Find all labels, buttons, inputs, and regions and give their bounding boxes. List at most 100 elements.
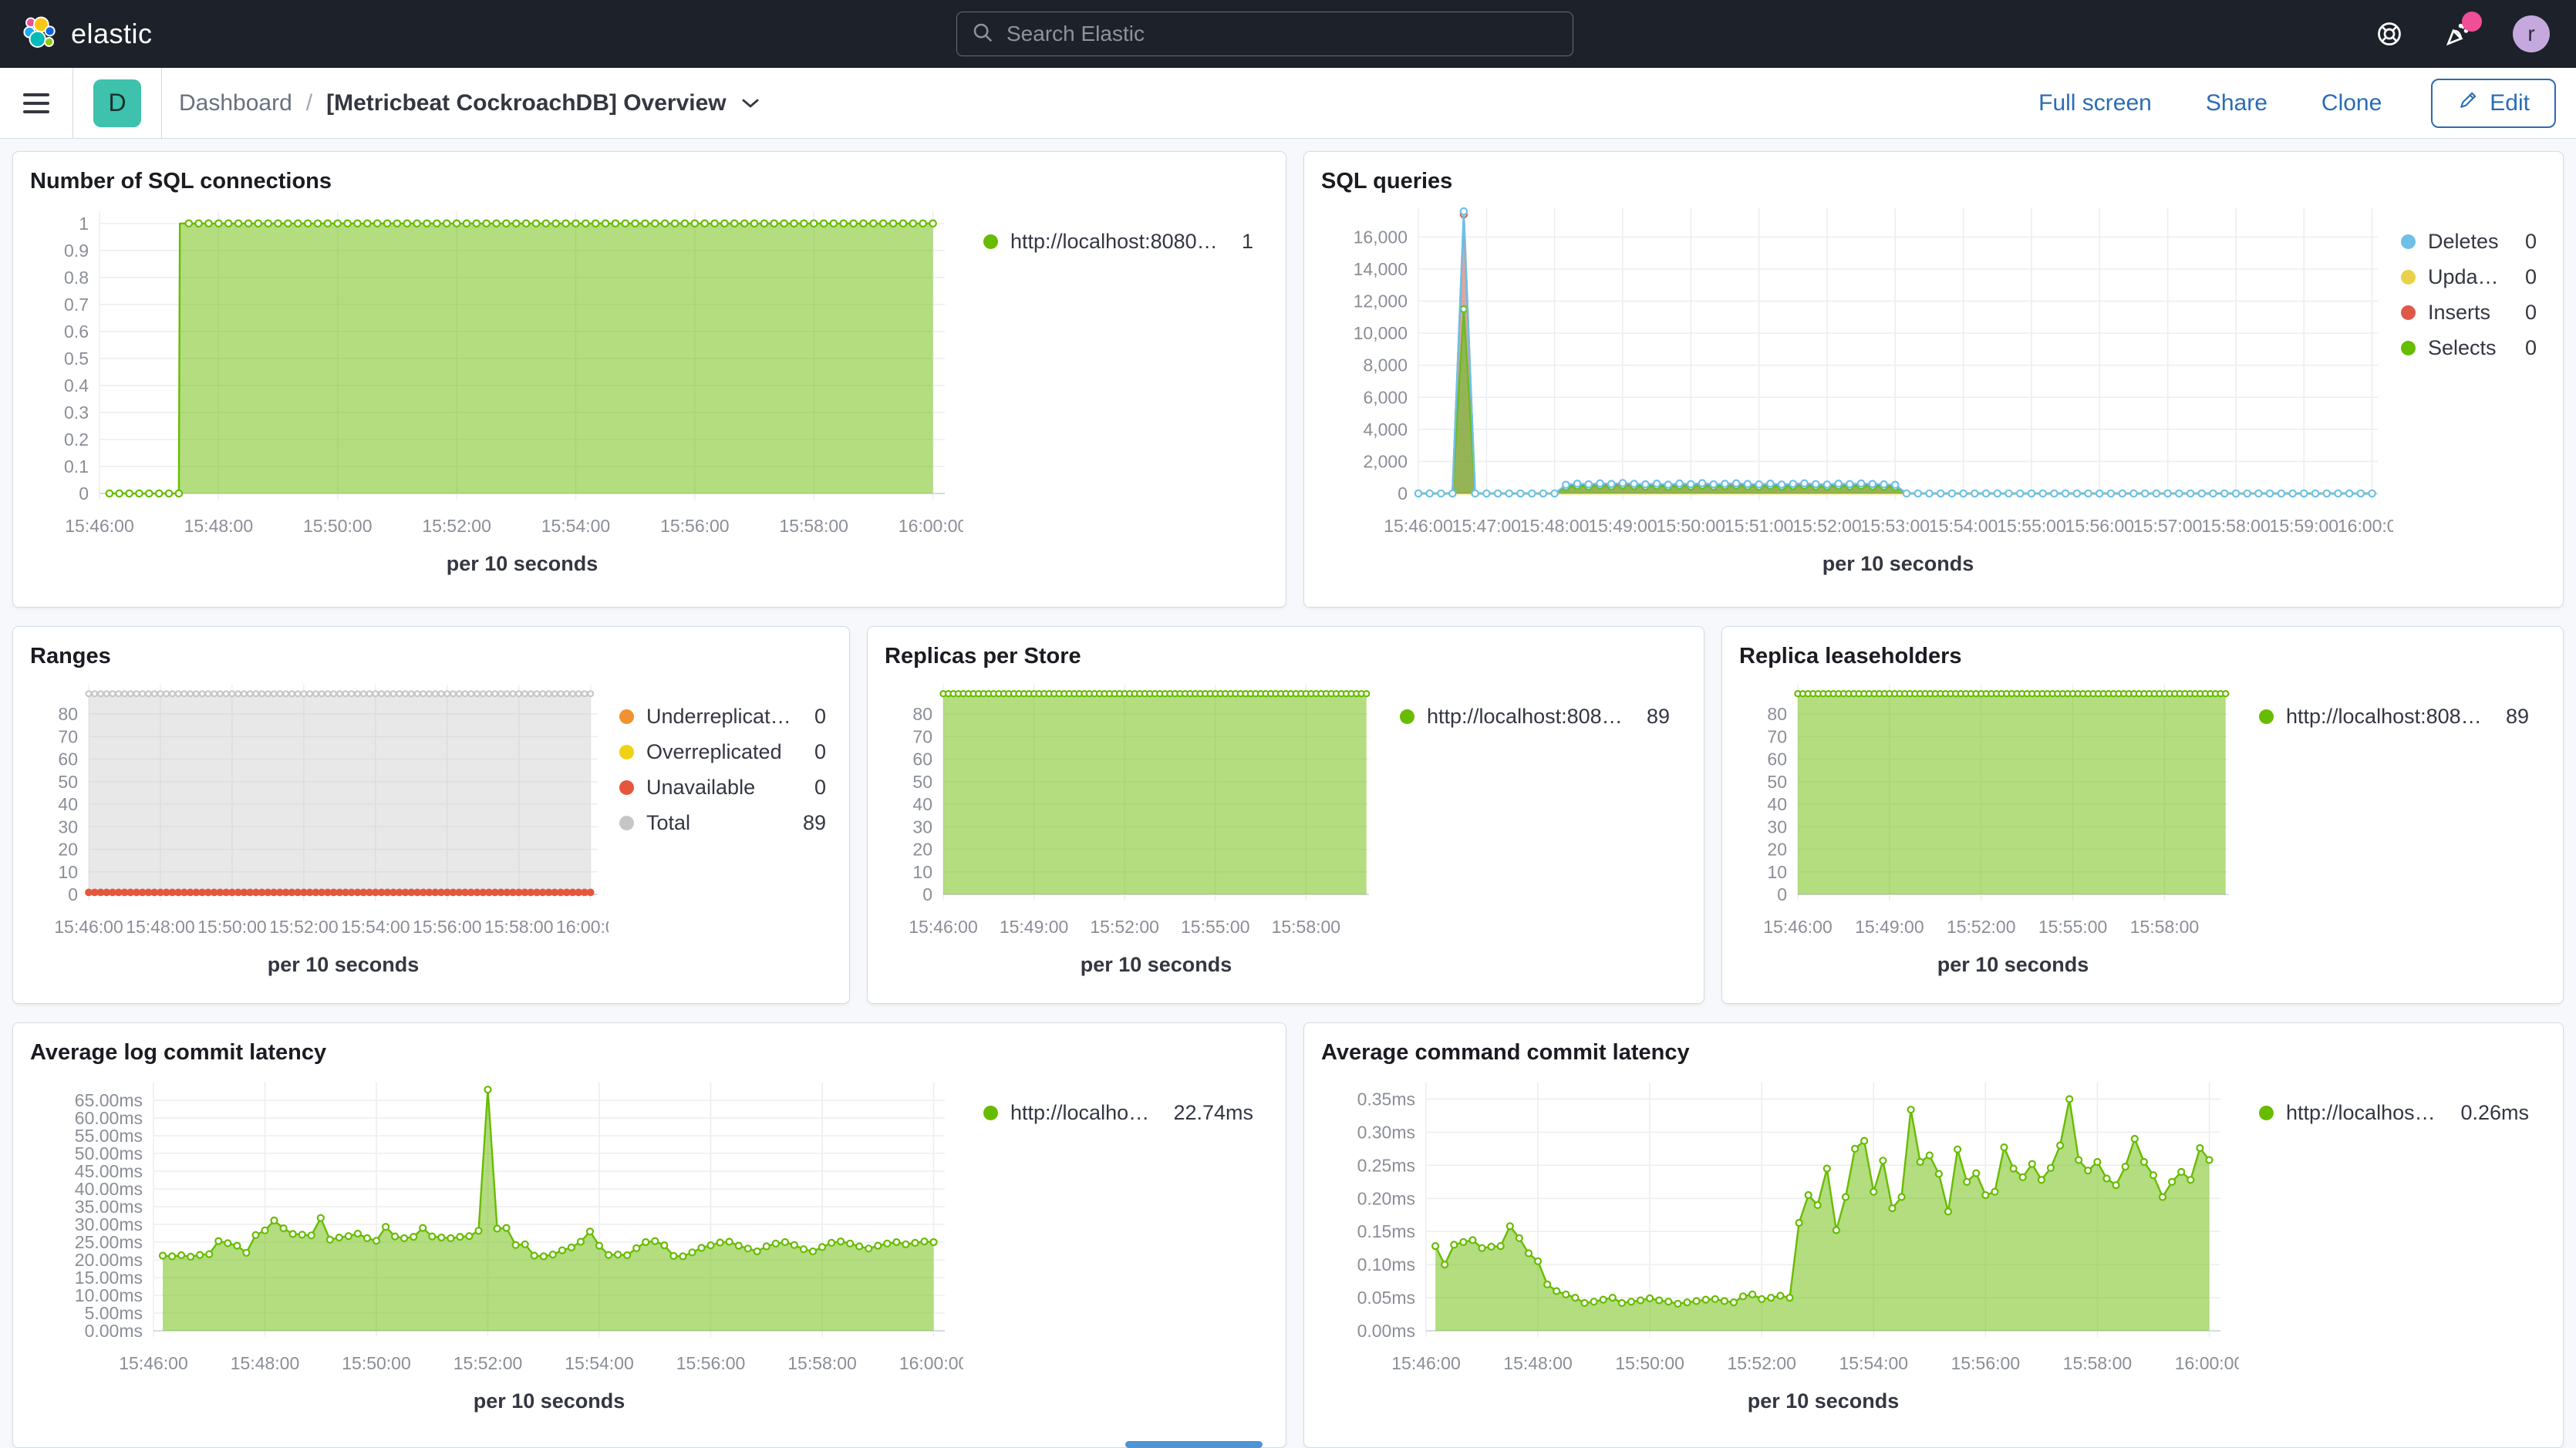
chart-replica-leaseholders[interactable]: 15:46:0015:49:0015:52:0015:55:0015:58:00… [1731, 674, 2239, 992]
svg-text:16:00:00: 16:00:00 [899, 516, 963, 536]
svg-text:per 10 seconds: per 10 seconds [1937, 953, 2089, 976]
legend-series-value: 0 [805, 705, 826, 729]
svg-text:0.05ms: 0.05ms [1357, 1288, 1415, 1308]
svg-text:per 10 seconds: per 10 seconds [1081, 953, 1232, 976]
svg-text:20: 20 [912, 840, 932, 860]
legend-item[interactable]: http://localhost:8080...0.26ms [2259, 1101, 2529, 1125]
svg-text:15:47:00: 15:47:00 [1452, 516, 1522, 536]
legend-item[interactable]: Overreplicated0 [619, 740, 826, 764]
svg-text:15:48:00: 15:48:00 [1503, 1353, 1573, 1373]
panel-title: Replica leaseholders [1722, 627, 2563, 674]
svg-text:70: 70 [58, 726, 78, 746]
svg-text:30: 30 [912, 817, 932, 837]
chart-sql-queries[interactable]: 15:46:0015:47:0015:48:0015:49:0015:50:00… [1313, 199, 2393, 591]
panel-sql-connections: Number of SQL connections 15:46:0015:48:… [12, 151, 1286, 608]
legend-series-value: 89 [1637, 705, 1670, 729]
chart-command-commit-latency[interactable]: 15:46:0015:48:0015:50:0015:52:0015:54:00… [1313, 1070, 2239, 1429]
chart-replicas-per-store[interactable]: 15:46:0015:49:0015:52:0015:55:0015:58:00… [877, 674, 1380, 992]
svg-text:15:56:00: 15:56:00 [660, 516, 730, 536]
menu-button[interactable] [0, 88, 72, 119]
chart-legend: Deletes0Updates0Inserts0Selects0 [2393, 199, 2555, 591]
toolbar-actions: Full screen Share Clone Edit [2034, 79, 2576, 128]
legend-item[interactable]: http://localhost:8080/_sta...89 [1400, 705, 1670, 729]
legend-series-dot [2259, 1106, 2274, 1120]
legend-series-label: http://localhost:808... [1010, 1101, 1151, 1125]
svg-text:15:58:00: 15:58:00 [2201, 516, 2271, 536]
svg-text:per 10 seconds: per 10 seconds [474, 1389, 625, 1413]
legend-series-value: 0 [805, 776, 826, 800]
svg-text:15:56:00: 15:56:00 [413, 917, 482, 937]
svg-text:15:46:00: 15:46:00 [54, 917, 123, 937]
legend-item[interactable]: Deletes0 [2401, 230, 2537, 254]
legend-item[interactable]: http://localhost:8080/_sta...89 [2259, 705, 2529, 729]
svg-text:15:46:00: 15:46:00 [119, 1353, 188, 1373]
chart-ranges[interactable]: 15:46:0015:48:0015:50:0015:52:0015:54:00… [22, 674, 609, 992]
svg-text:15:52:00: 15:52:00 [1947, 917, 2016, 937]
svg-text:16,000: 16,000 [1354, 227, 1408, 247]
svg-text:per 10 seconds: per 10 seconds [1822, 552, 1974, 575]
svg-text:15:59:00: 15:59:00 [2270, 516, 2339, 536]
pencil-icon [2457, 89, 2479, 117]
panel-title: Number of SQL connections [13, 152, 1286, 199]
legend-series-value: 0 [2516, 265, 2537, 289]
chart-legend: http://localhost:808...22.74ms [963, 1070, 1272, 1429]
legend-item[interactable]: http://localhost:808...22.74ms [983, 1101, 1253, 1125]
search-input[interactable] [1005, 21, 1559, 47]
chart-legend: http://localhost:8080/_stat...1 [963, 199, 1272, 591]
svg-text:15:50:00: 15:50:00 [1657, 516, 1726, 536]
panel-title: Replicas per Store [868, 627, 1704, 674]
legend-item[interactable]: Updates0 [2401, 265, 2537, 289]
svg-text:15:49:00: 15:49:00 [1855, 917, 1924, 937]
news-button[interactable] [2443, 19, 2473, 49]
svg-text:8,000: 8,000 [1363, 355, 1408, 375]
elastic-brand[interactable]: elastic [0, 15, 956, 53]
svg-text:80: 80 [912, 704, 932, 724]
svg-text:0.4: 0.4 [64, 375, 89, 396]
legend-series-label: Deletes [2428, 230, 2499, 254]
svg-text:0.8: 0.8 [64, 268, 89, 288]
legend-series-label: http://localhost:8080... [2286, 1101, 2439, 1125]
svg-text:15:49:00: 15:49:00 [1588, 516, 1657, 536]
legend-item[interactable]: Unavailable0 [619, 776, 826, 800]
share-button[interactable]: Share [2201, 89, 2272, 117]
chart-sql-connections[interactable]: 15:46:0015:48:0015:50:0015:52:0015:54:00… [22, 199, 963, 591]
breadcrumb-dashboard-link[interactable]: Dashboard [179, 90, 292, 116]
svg-text:10.00ms: 10.00ms [75, 1285, 143, 1305]
svg-text:10: 10 [58, 862, 78, 882]
full-screen-button[interactable]: Full screen [2034, 89, 2156, 117]
legend-item[interactable]: Total89 [619, 811, 826, 835]
svg-text:15:50:00: 15:50:00 [197, 917, 267, 937]
chart-legend: Underreplicated0 Overreplicated0 Unavailab… [609, 674, 845, 992]
svg-text:50.00ms: 50.00ms [75, 1143, 143, 1163]
svg-text:20: 20 [58, 840, 78, 860]
panel-title: Ranges [13, 627, 849, 674]
svg-text:5.00ms: 5.00ms [85, 1303, 143, 1323]
edit-button[interactable]: Edit [2431, 79, 2556, 128]
legend-item[interactable]: http://localhost:8080/_stat...1 [983, 230, 1253, 254]
legend-item[interactable]: Inserts0 [2401, 301, 2537, 325]
svg-text:15:50:00: 15:50:00 [342, 1353, 411, 1373]
svg-text:0.00ms: 0.00ms [1357, 1321, 1415, 1341]
svg-text:0: 0 [79, 483, 89, 503]
svg-text:0.5: 0.5 [64, 349, 89, 369]
chart-legend: http://localhost:8080/_sta...89 [1380, 674, 1688, 992]
legend-item[interactable]: Selects0 [2401, 336, 2537, 360]
svg-text:16:00:00: 16:00:00 [556, 917, 609, 937]
svg-text:0: 0 [68, 884, 78, 904]
horizontal-scrollbar-thumb[interactable] [1125, 1441, 1263, 1448]
help-button[interactable] [2375, 20, 2403, 48]
user-menu-button[interactable]: r [2513, 15, 2550, 52]
svg-text:0.35ms: 0.35ms [1357, 1089, 1415, 1109]
dashboard-app-tile[interactable]: D [93, 79, 141, 127]
chart-log-commit-latency[interactable]: 15:46:0015:48:0015:50:0015:52:0015:54:00… [22, 1070, 963, 1429]
legend-series-dot [619, 709, 634, 724]
legend-item[interactable]: Underreplicated0 [619, 705, 826, 729]
chevron-down-icon[interactable] [740, 90, 760, 116]
svg-text:60.00ms: 60.00ms [75, 1108, 143, 1128]
clone-button[interactable]: Clone [2317, 89, 2386, 117]
svg-text:40: 40 [58, 794, 78, 814]
legend-series-dot [2401, 234, 2416, 249]
global-search[interactable] [956, 12, 1573, 56]
help-icon [2375, 39, 2403, 50]
legend-series-dot [619, 780, 634, 795]
